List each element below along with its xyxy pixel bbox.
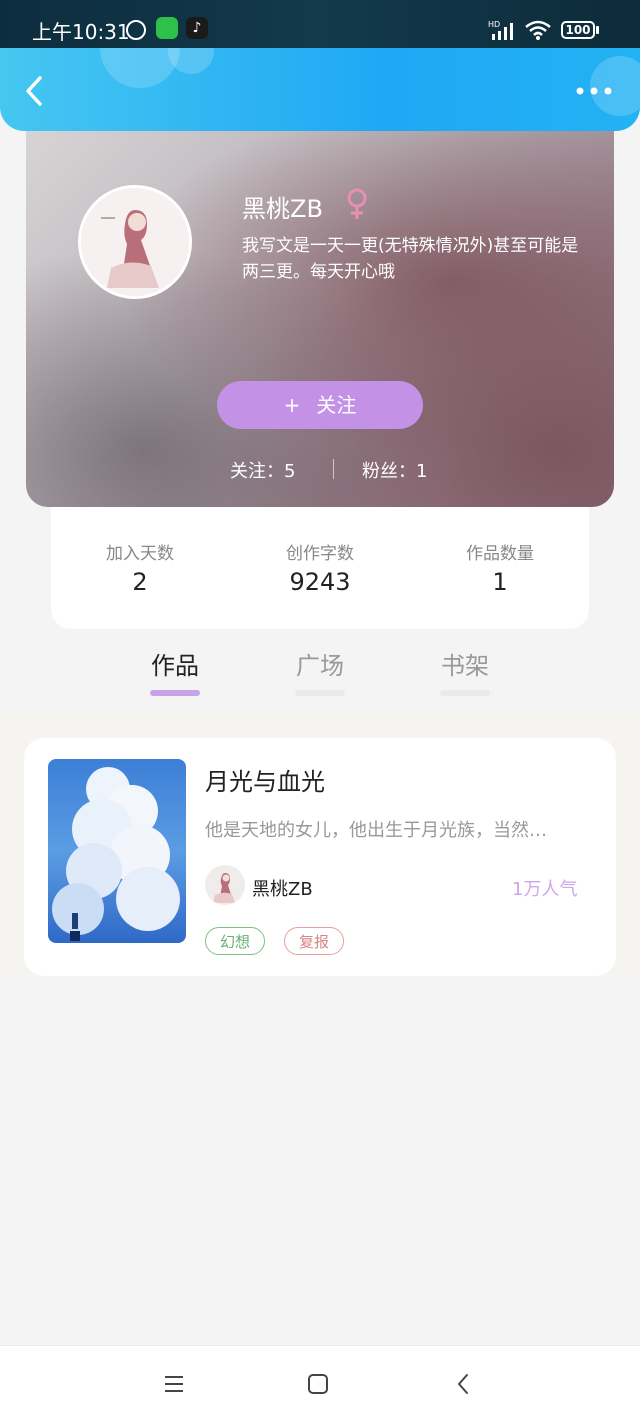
author-avatar-illustration (213, 873, 235, 903)
back-button[interactable] (18, 74, 52, 108)
stat-label: 创作字数 (286, 544, 354, 564)
chevron-left-icon (26, 76, 42, 106)
works-list: 月光与血光 他是天地的女儿，他出生于月光族，当然… 黑桃ZB 1万人气 幻想 复… (0, 712, 640, 978)
tab-bookshelf[interactable]: 书架 (415, 646, 515, 696)
tab-indicator (150, 690, 200, 696)
more-dots-icon (576, 87, 612, 95)
stats-panel: 加入天数 2 创作字数 9243 作品数量 1 (51, 507, 589, 629)
profile-header: 黑桃ZB 我写文是一天一更(无特殊情况外)甚至可能是两三更。每天开心哦 + 关注 … (26, 131, 614, 507)
wechat-icon (156, 17, 178, 39)
wifi-icon (525, 20, 551, 40)
stat-value: 2 (132, 568, 148, 596)
stat-join-days: 加入天数 2 (60, 539, 220, 596)
follow-button[interactable]: + 关注 (217, 381, 423, 429)
tag-genre[interactable]: 幻想 (205, 927, 266, 955)
author-name[interactable]: 黑桃ZB (252, 875, 313, 901)
tab-label: 书架 (441, 652, 489, 680)
tab-bar: 作品 广场 书架 (0, 640, 640, 710)
tab-indicator (440, 690, 490, 696)
battery-cap (596, 26, 599, 34)
avatar-illustration (81, 188, 189, 296)
home-icon[interactable] (306, 1372, 330, 1396)
book-cover[interactable] (48, 759, 186, 943)
work-title[interactable]: 月光与血光 (205, 762, 325, 797)
stat-label: 加入天数 (106, 544, 174, 564)
battery-level: 100 (565, 23, 591, 37)
back-icon[interactable] (452, 1372, 476, 1396)
work-description: 他是天地的女儿，他出生于月光族，当然… (205, 820, 547, 841)
signal-icon: HD (488, 20, 513, 40)
username: 黑桃ZB (242, 195, 323, 223)
popularity: 1万人气 (512, 879, 578, 900)
status-bar: 上午10:31 ♪ HD 100 (0, 0, 640, 48)
tiktok-icon: ♪ (186, 17, 208, 39)
status-time: 上午10:31 (32, 20, 130, 44)
system-nav-bar (0, 1345, 640, 1423)
battery-icon: 100 (561, 21, 595, 39)
follow-stats: 关注：5 粉丝：1 (26, 457, 614, 483)
stat-label: 作品数量 (466, 544, 534, 564)
tab-square[interactable]: 广场 (270, 646, 370, 696)
following-count[interactable]: 关注：5 (230, 457, 295, 483)
plus-icon: + (283, 393, 301, 417)
decor-bubble (168, 48, 214, 74)
stat-word-count: 创作字数 9243 (240, 539, 400, 596)
stat-value: 9243 (289, 568, 351, 596)
alarm-icon (126, 20, 146, 40)
stat-works-count: 作品数量 1 (420, 539, 580, 596)
tab-label: 作品 (151, 652, 199, 680)
tab-label: 广场 (296, 652, 344, 680)
fans-count[interactable]: 粉丝：1 (362, 457, 427, 483)
menu-icon[interactable] (162, 1372, 186, 1396)
author-avatar[interactable] (205, 865, 245, 905)
work-card[interactable]: 月光与血光 他是天地的女儿，他出生于月光族，当然… 黑桃ZB 1万人气 幻想 复… (24, 738, 616, 976)
cover-illustration (52, 767, 180, 941)
app-bar (0, 48, 640, 131)
tag-status[interactable]: 复报 (284, 927, 345, 955)
network-label: HD (488, 20, 500, 29)
follow-label: 关注 (316, 393, 357, 417)
tab-works[interactable]: 作品 (125, 646, 225, 696)
stat-value: 1 (492, 568, 508, 596)
avatar[interactable] (78, 185, 192, 299)
more-button[interactable] (574, 84, 614, 98)
profile-bio: 我写文是一天一更(无特殊情况外)甚至可能是两三更。每天开心哦 (242, 236, 579, 282)
female-icon (347, 188, 367, 219)
divider (333, 459, 334, 479)
tab-indicator (295, 690, 345, 696)
